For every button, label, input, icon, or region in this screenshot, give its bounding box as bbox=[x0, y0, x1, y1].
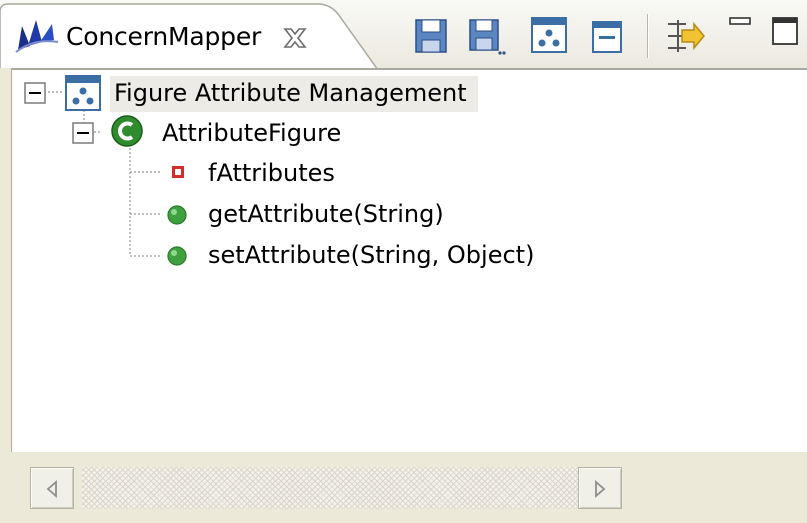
public-method-icon bbox=[167, 205, 187, 225]
maximize-icon[interactable] bbox=[770, 14, 800, 48]
tree-node-label: getAttribute(String) bbox=[208, 200, 444, 228]
private-field-icon bbox=[172, 166, 184, 178]
concernmapper-logo-icon bbox=[15, 20, 59, 53]
save-icon[interactable] bbox=[414, 16, 448, 56]
tree-node-label: Figure Attribute Management bbox=[114, 79, 467, 107]
tree-node-label: fAttributes bbox=[208, 159, 335, 187]
view-tab-title: ConcernMapper bbox=[66, 22, 262, 51]
minimize-icon[interactable] bbox=[728, 14, 754, 38]
horizontal-scrollbar[interactable] bbox=[12, 453, 807, 523]
save-as-icon[interactable] bbox=[468, 16, 508, 56]
scroll-track[interactable] bbox=[82, 467, 582, 509]
concernmapper-view: ConcernMapper Figure Attribute Managemen… bbox=[0, 0, 807, 523]
collapse-all-icon[interactable] bbox=[590, 16, 626, 56]
view-header: ConcernMapper bbox=[0, 0, 807, 70]
collapse-toggle-icon[interactable] bbox=[24, 82, 46, 104]
public-method-icon bbox=[167, 246, 187, 266]
collapse-toggle-icon[interactable] bbox=[72, 122, 94, 144]
scroll-left-arrow-icon bbox=[46, 480, 57, 498]
tree-node-label: setAttribute(String, Object) bbox=[208, 241, 535, 269]
tree-node-label: AttributeFigure bbox=[162, 119, 342, 147]
filter-icon[interactable] bbox=[664, 16, 706, 56]
close-tab-icon[interactable] bbox=[282, 26, 308, 50]
new-concern-icon[interactable] bbox=[530, 16, 568, 56]
toolbar-separator bbox=[647, 14, 649, 58]
concern-icon bbox=[65, 75, 101, 111]
class-icon bbox=[111, 115, 143, 147]
scroll-right-button[interactable] bbox=[578, 467, 622, 509]
scroll-right-arrow-icon bbox=[595, 480, 606, 498]
scroll-left-button[interactable] bbox=[30, 467, 74, 509]
